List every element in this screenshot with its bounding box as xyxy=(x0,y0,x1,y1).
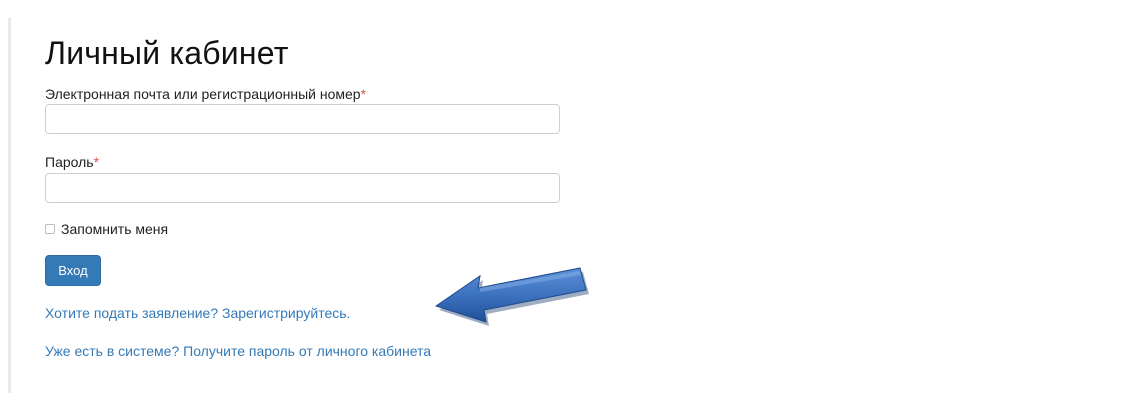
password-label: Пароль* xyxy=(45,154,99,170)
email-required-mark: * xyxy=(360,86,367,102)
left-divider xyxy=(8,18,11,393)
remember-me[interactable]: Запомнить меня xyxy=(45,221,168,237)
remember-label: Запомнить меня xyxy=(61,221,169,237)
email-label: Электронная почта или регистрационный но… xyxy=(45,86,366,102)
password-required-mark: * xyxy=(93,154,100,170)
login-button[interactable]: Вход xyxy=(45,255,101,286)
email-field[interactable] xyxy=(45,104,560,134)
login-page: Личный кабинет Электронная почта или рег… xyxy=(0,0,1131,403)
password-label-text: Пароль xyxy=(45,154,94,170)
blue-arrow-icon xyxy=(434,267,589,326)
get-password-link[interactable]: Уже есть в системе? Получите пароль от л… xyxy=(45,343,431,359)
page-title: Личный кабинет xyxy=(45,35,289,71)
email-label-text: Электронная почта или регистрационный но… xyxy=(45,86,361,102)
register-link[interactable]: Хотите подать заявление? Зарегистрируйте… xyxy=(45,305,350,321)
remember-checkbox[interactable] xyxy=(45,224,55,234)
password-field[interactable] xyxy=(45,173,560,203)
